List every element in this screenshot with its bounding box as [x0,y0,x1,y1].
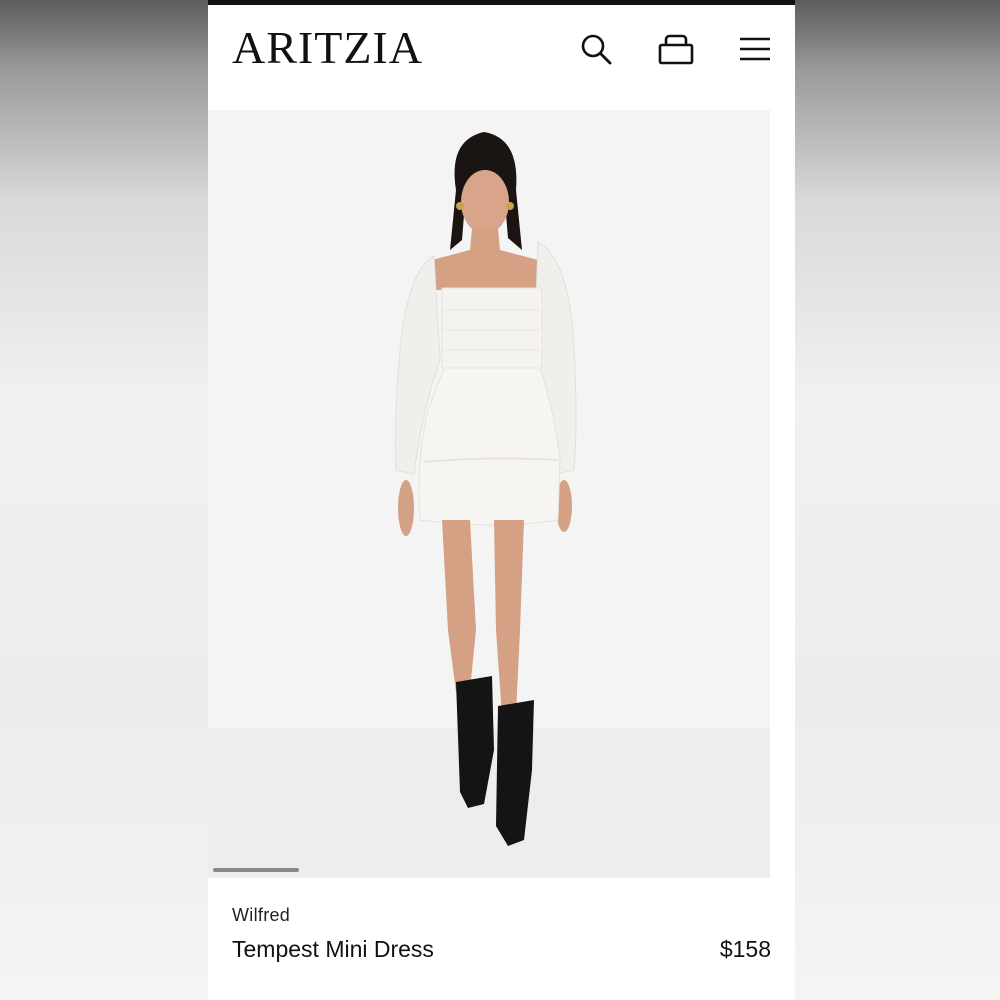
carousel-indicator[interactable] [213,868,299,872]
model-photo [395,132,577,846]
background-blur-right [795,0,1000,1000]
product-price: $158 [719,936,771,962]
shopping-bag-icon [658,34,694,65]
site-header: ARITZIA [208,5,795,110]
product-name[interactable]: Tempest Mini Dress [232,936,434,963]
background-blur-left [0,0,208,1000]
next-image-peek [770,110,795,878]
phone-screen: ARITZIA Wilfred Tempest Mini Dress $158 [208,0,795,1000]
product-info: Wilfred Tempest Mini Dress $158 [208,878,795,1000]
product-image[interactable] [208,110,770,878]
hamburger-menu-icon [740,37,770,61]
shopping-bag-button[interactable] [656,29,696,69]
search-icon [581,34,612,65]
search-button[interactable] [576,29,616,69]
brand-logo[interactable]: ARITZIA [232,23,423,73]
menu-button[interactable] [735,29,775,69]
product-brand[interactable]: Wilfred [232,905,290,926]
